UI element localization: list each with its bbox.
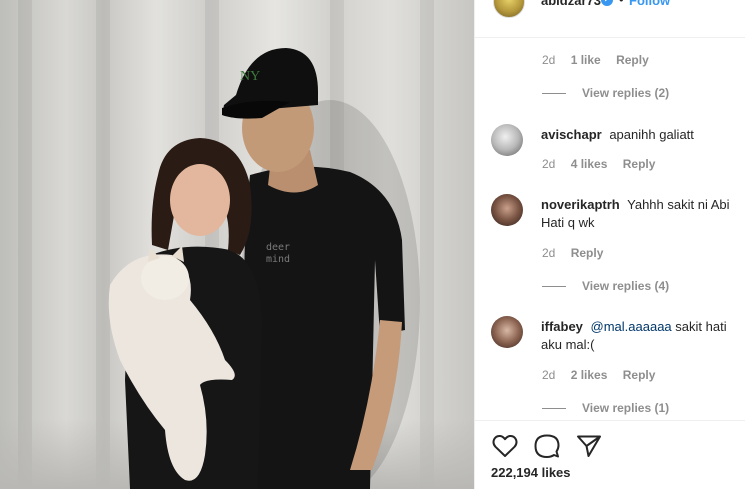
heart-icon[interactable]	[491, 432, 519, 460]
comment-icon[interactable]	[533, 432, 561, 460]
comment-meta: 2d 1 like Reply	[542, 53, 661, 67]
share-icon[interactable]	[575, 432, 603, 460]
commenter-username[interactable]: iffabey	[541, 319, 583, 334]
reply-button[interactable]: Reply	[571, 246, 604, 260]
author-avatar[interactable]	[493, 0, 525, 18]
divider-line	[542, 92, 566, 94]
reply-button[interactable]: Reply	[623, 368, 656, 382]
comment-time: 2d	[542, 157, 556, 171]
comment-meta: 2d Reply	[542, 246, 615, 260]
post-header: abidzar73 ✓ • Follow	[475, 0, 745, 38]
view-replies-button[interactable]: View replies (1)	[542, 401, 669, 415]
view-replies-label: View replies (4)	[582, 279, 670, 293]
cap-logo-text: NY	[240, 69, 260, 84]
post-photo[interactable]: NY deer mind	[0, 0, 474, 489]
comment-likes[interactable]: 1 like	[571, 53, 601, 67]
comment-meta: 2d 4 likes Reply	[542, 157, 667, 171]
comment-likes[interactable]: 2 likes	[571, 368, 608, 382]
commenter-username[interactable]: avischapr	[541, 127, 602, 142]
view-replies-button[interactable]: View replies (4)	[542, 279, 669, 293]
post-actions: 222,194 likes	[475, 420, 745, 489]
comment-text-block: iffabey @mal.aaaaaa sakit hati aku mal:(	[541, 318, 741, 354]
comment-likes[interactable]: 4 likes	[571, 157, 608, 171]
divider-line	[542, 407, 566, 409]
verified-badge-icon: ✓	[601, 0, 613, 6]
comment-time: 2d	[542, 246, 556, 260]
commenter-avatar[interactable]	[491, 124, 523, 156]
action-icons	[491, 432, 603, 460]
view-replies-label: View replies (2)	[582, 86, 670, 100]
shirt-text-1: deer	[266, 242, 290, 253]
photo-scene: NY deer mind	[108, 48, 420, 489]
comment-time: 2d	[542, 53, 556, 67]
comment-mention-link[interactable]: @mal.aaaaaa	[591, 319, 672, 334]
follow-button[interactable]: Follow	[629, 0, 670, 8]
likes-count[interactable]: 222,194 likes	[491, 465, 571, 480]
header-separator: •	[619, 0, 624, 7]
divider-line	[542, 285, 566, 287]
woman-face	[170, 164, 230, 236]
comment-time: 2d	[542, 368, 556, 382]
view-replies-button[interactable]: View replies (2)	[542, 86, 669, 100]
reply-button[interactable]: Reply	[623, 157, 656, 171]
author-username[interactable]: abidzar73	[541, 0, 601, 8]
comments-panel: abidzar73 ✓ • Follow 2d 1 like Reply Vie…	[474, 0, 745, 489]
reply-button[interactable]: Reply	[616, 53, 649, 67]
comment-text-block: avischapr apanihh galiatt	[541, 126, 741, 144]
comment-meta: 2d 2 likes Reply	[542, 368, 667, 382]
commenter-avatar[interactable]	[491, 316, 523, 348]
comment-text: apanihh galiatt	[609, 127, 694, 142]
commenter-username[interactable]: noverikaptrh	[541, 197, 620, 212]
shirt-text-2: mind	[266, 254, 290, 265]
comment-text-block: noverikaptrh Yahhh sakit ni Abi Hati q w…	[541, 196, 741, 232]
commenter-avatar[interactable]	[491, 194, 523, 226]
cat-head	[141, 256, 189, 300]
view-replies-label: View replies (1)	[582, 401, 670, 415]
